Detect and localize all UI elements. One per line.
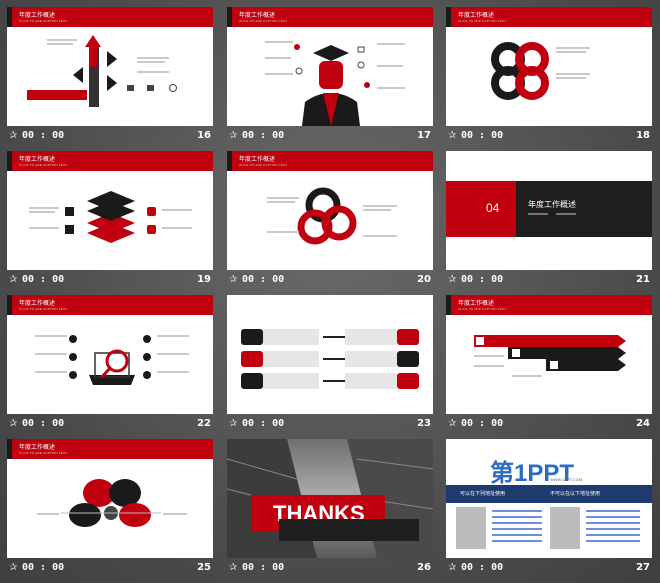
qr-code-list-icon [456,507,640,549]
slide-timing: 00 : 00 [22,274,65,285]
slide-preview: 年度工作概述 CLICK TO ADD CAPTION TEXT [446,295,652,414]
magnifier-book-icon [69,335,151,385]
slide-thumbnail-22[interactable]: 年度工作概述 CLICK TO ADD CAPTION TEXT ✰ 00 : 00… [7,295,213,436]
star-icon[interactable]: ✰ [9,418,17,429]
slide-thumbnail-19[interactable]: 年度工作概述 CLICK TO ADD CAPTION TEXT ✰ 00 : 00… [7,151,213,292]
slide-timing: 00 : 00 [22,562,65,573]
slide-timing: 00 : 00 [242,130,285,141]
star-icon[interactable]: ✰ [229,130,237,141]
cycle-arrows-icon [297,187,357,245]
slide-preview: 年度工作概述 CLICK TO ADD CAPTION TEXT [446,7,652,126]
slide-preview: 年度工作概述 CLICK TO ADD CAPTION TEXT [227,7,433,126]
section-number-block: 04 [446,181,516,237]
graduate-icon [294,44,370,126]
star-icon[interactable]: ✰ [9,274,17,285]
star-icon[interactable]: ✰ [448,130,456,141]
slide-preview: 04 年度工作概述 [446,151,652,270]
slide-number: 27 [636,562,650,573]
slide-timing: 00 : 00 [461,418,504,429]
slide-thumbnail-23[interactable]: ✰ 00 : 00 23 [227,295,433,436]
slide-number: 21 [636,274,650,285]
slide-number: 25 [197,562,211,573]
slide-number: 18 [636,130,650,141]
slide-preview: 第1PPT WWW.1PPT.COM 可以在下列地址使用 不可以在以下地址使用 [446,439,652,558]
slide-timing: 00 : 00 [461,562,504,573]
slide-thumbnail-18[interactable]: 年度工作概述 CLICK TO ADD CAPTION TEXT ✰ 00 : 00… [446,7,652,148]
slide-number: 22 [197,418,211,429]
knot-diagram-icon [491,42,549,100]
petal-diagram-icon [61,479,161,527]
slide-thumbnail-20[interactable]: 年度工作概述 CLICK TO ADD CAPTION TEXT ✰ 00 : 00… [227,151,433,292]
slide-thumbnail-16[interactable]: 年度工作概述 CLICK TO ADD CAPTION TEXT ✰ 00 : 00… [7,7,213,148]
slide-thumbnail-24[interactable]: 年度工作概述 CLICK TO ADD CAPTION TEXT ✰ 00 : 00… [446,295,652,436]
slide-preview: 年度工作概述 CLICK TO ADD CAPTION TEXT [7,151,213,270]
star-icon[interactable]: ✰ [229,562,237,573]
slide-timing: 00 : 00 [461,274,504,285]
slide-number: 20 [417,274,431,285]
star-icon[interactable]: ✰ [448,562,456,573]
thanks-shadow-block [279,519,419,541]
slide-preview: 年度工作概述 CLICK TO ADD CAPTION TEXT [7,439,213,558]
slide-thumbnail-25[interactable]: 年度工作概述 CLICK TO ADD CAPTION TEXT ✰ 00 : 00… [7,439,213,580]
slide-number: 19 [197,274,211,285]
slide-preview: 年度工作概述 CLICK TO ADD CAPTION TEXT [7,7,213,126]
slide-preview: THANKS [227,439,433,558]
slide-timing: 00 : 00 [461,130,504,141]
slide-timing: 00 : 00 [22,418,65,429]
slide-number: 24 [636,418,650,429]
section-title: 年度工作概述 [528,200,576,209]
slide-timing: 00 : 00 [242,562,285,573]
star-icon[interactable]: ✰ [9,562,17,573]
slide-preview: 年度工作概述 CLICK TO ADD CAPTION TEXT [227,151,433,270]
slide-thumbnail-27[interactable]: 第1PPT WWW.1PPT.COM 可以在下列地址使用 不可以在以下地址使用 … [446,439,652,580]
star-icon[interactable]: ✰ [448,418,456,429]
slide-timing: 00 : 00 [22,130,65,141]
slide-preview: 年度工作概述 CLICK TO ADD CAPTION TEXT [7,295,213,414]
slide-number: 17 [417,130,431,141]
star-icon[interactable]: ✰ [9,130,17,141]
slide-timing: 00 : 00 [242,274,285,285]
slide-thumbnail-21[interactable]: 04 年度工作概述 ✰ 00 : 00 21 [446,151,652,292]
section-title-block: 年度工作概述 [516,181,652,237]
comparison-rows-icon [241,329,419,389]
star-icon[interactable]: ✰ [448,274,456,285]
slide-preview [227,295,433,414]
slide-thumbnail-26[interactable]: THANKS ✰ 00 : 00 26 [227,439,433,580]
arrows-diagram-icon [27,35,177,107]
slide-number: 26 [417,562,431,573]
slide-timing: 00 : 00 [242,418,285,429]
section-number: 04 [486,201,500,215]
slide-number: 16 [197,130,211,141]
slide-number: 23 [417,418,431,429]
star-icon[interactable]: ✰ [229,274,237,285]
star-icon[interactable]: ✰ [229,418,237,429]
slide-thumbnail-17[interactable]: 年度工作概述 CLICK TO ADD CAPTION TEXT ✰ 00 : 00… [227,7,433,148]
